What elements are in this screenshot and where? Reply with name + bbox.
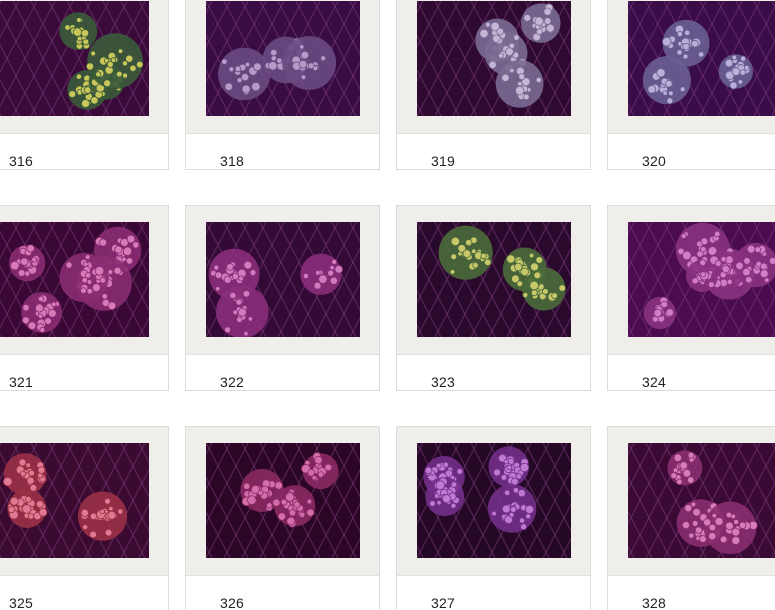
item-number: 325: [9, 595, 33, 610]
gallery-card[interactable]: 327: [396, 426, 591, 610]
photo-frame: [608, 0, 775, 134]
coral-photo[interactable]: [628, 222, 775, 337]
coral-photo[interactable]: [417, 222, 571, 337]
coral-photo[interactable]: [417, 443, 571, 558]
photo-frame: [186, 0, 379, 134]
photo-frame: [0, 206, 168, 355]
photo-frame: [0, 427, 168, 576]
photo-frame: [186, 206, 379, 355]
photo-frame: [608, 427, 775, 576]
photo-frame: [397, 206, 590, 355]
coral-photo[interactable]: [628, 443, 775, 558]
gallery-card[interactable]: 318: [185, 0, 380, 170]
photo-frame: [397, 427, 590, 576]
item-number: 327: [431, 595, 455, 610]
item-number: 319: [431, 153, 455, 169]
coral-photo[interactable]: [0, 443, 149, 558]
gallery-card[interactable]: 328: [607, 426, 775, 610]
item-number: 326: [220, 595, 244, 610]
photo-frame: [186, 427, 379, 576]
item-number: 322: [220, 374, 244, 390]
coral-photo[interactable]: [206, 443, 360, 558]
gallery-card[interactable]: 324: [607, 205, 775, 391]
coral-photo[interactable]: [0, 1, 149, 116]
gallery-card[interactable]: 321: [0, 205, 169, 391]
gallery-card[interactable]: 316: [0, 0, 169, 170]
gallery-card[interactable]: 322: [185, 205, 380, 391]
coral-gallery-grid: 316 318 319 320 321 322 323 324 325 326 …: [0, 0, 775, 610]
coral-photo[interactable]: [628, 1, 775, 116]
item-number: 316: [9, 153, 33, 169]
gallery-card[interactable]: 326: [185, 426, 380, 610]
photo-frame: [0, 0, 168, 134]
gallery-card[interactable]: 323: [396, 205, 591, 391]
item-number: 321: [9, 374, 33, 390]
item-number: 323: [431, 374, 455, 390]
photo-frame: [608, 206, 775, 355]
item-number: 320: [642, 153, 666, 169]
item-number: 328: [642, 595, 666, 610]
coral-photo[interactable]: [206, 1, 360, 116]
gallery-card[interactable]: 320: [607, 0, 775, 170]
item-number: 324: [642, 374, 666, 390]
coral-photo[interactable]: [206, 222, 360, 337]
gallery-card[interactable]: 319: [396, 0, 591, 170]
photo-frame: [397, 0, 590, 134]
coral-photo[interactable]: [0, 222, 149, 337]
item-number: 318: [220, 153, 244, 169]
gallery-card[interactable]: 325: [0, 426, 169, 610]
coral-photo[interactable]: [417, 1, 571, 116]
